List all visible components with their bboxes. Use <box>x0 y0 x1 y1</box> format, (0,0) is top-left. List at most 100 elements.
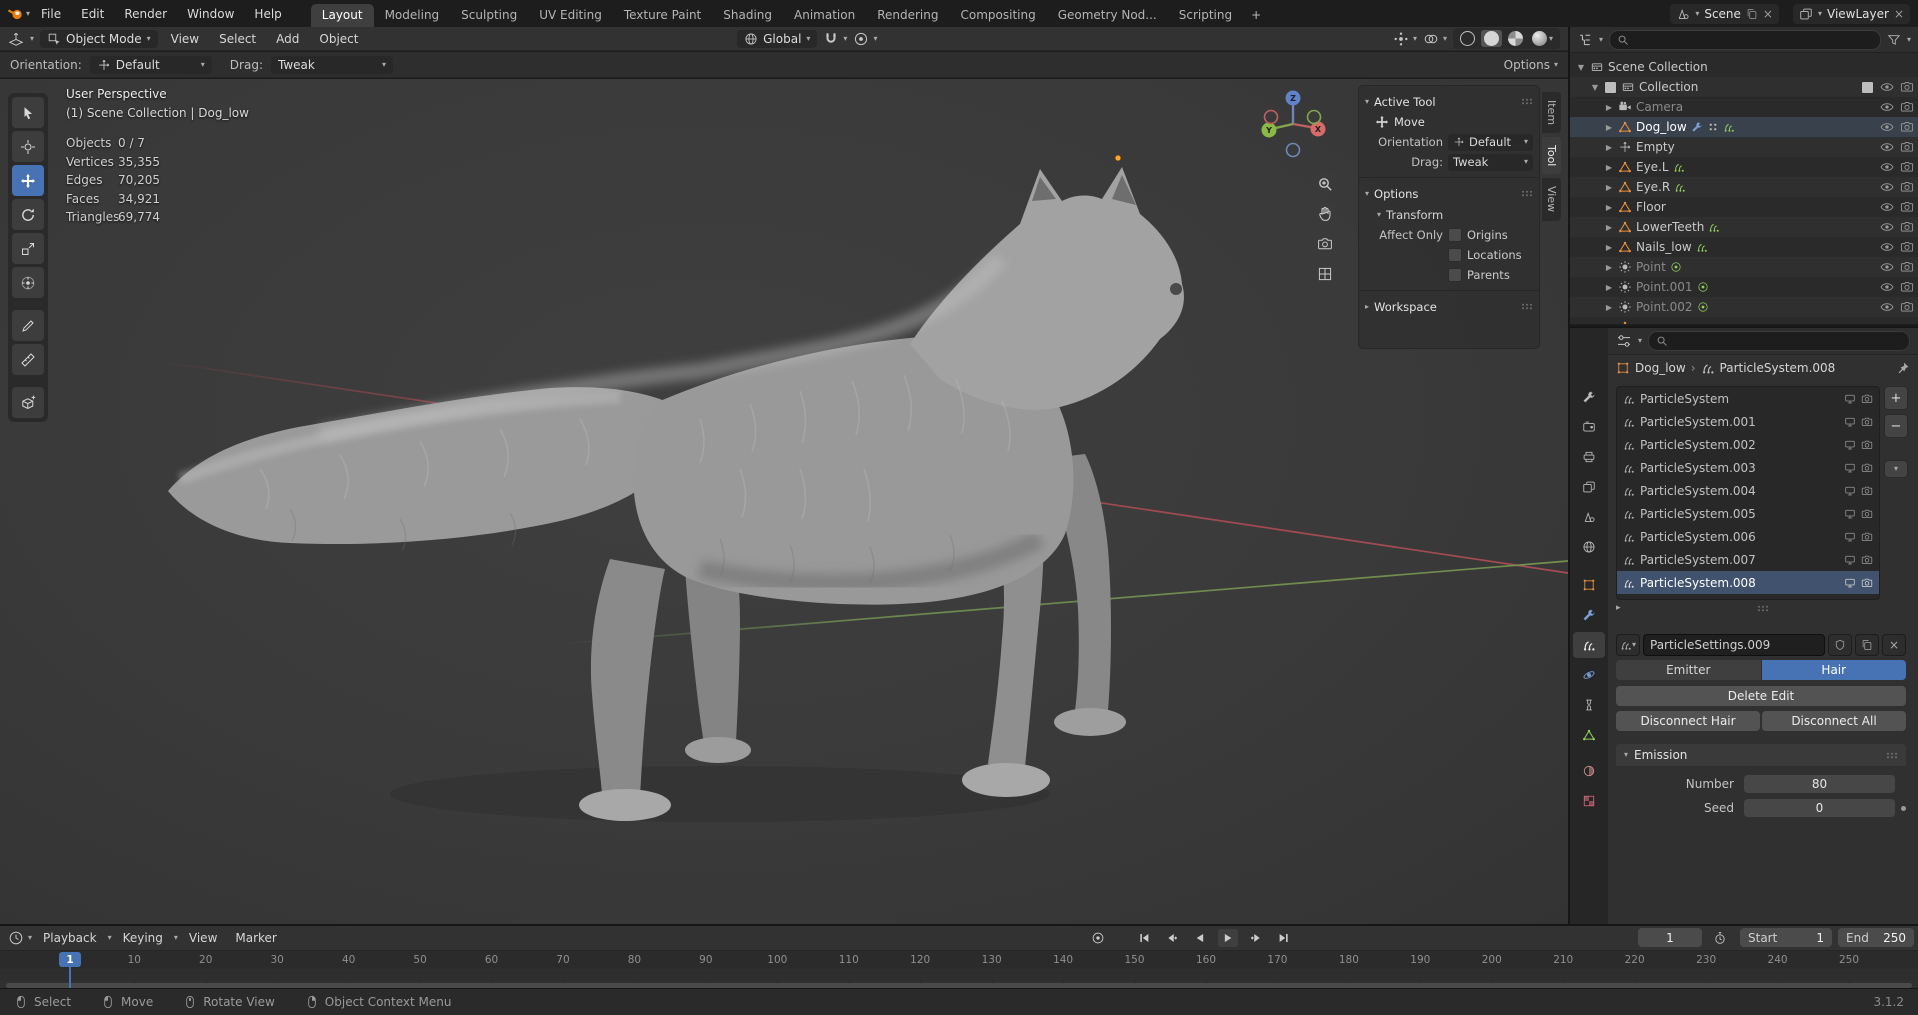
proportional-edit-icon[interactable] <box>853 31 869 47</box>
chevron-down-icon[interactable]: ▾ <box>1413 34 1417 43</box>
particles-icon[interactable] <box>1673 161 1685 173</box>
outliner-row-dog-low[interactable]: ▶ Dog_low <box>1570 117 1918 137</box>
menu-marker[interactable]: Marker <box>228 931 283 945</box>
tab-uv-editing[interactable]: UV Editing <box>528 4 613 27</box>
list-item[interactable]: ParticleSystem.004 <box>1617 479 1879 502</box>
timeline-ruler[interactable]: 10 20 30 40 50 60 70 80 90 100 110 120 130 140 150 160 1… <box>0 951 1918 995</box>
render-visibility-icon[interactable] <box>1900 240 1914 254</box>
pin-icon[interactable] <box>1896 361 1910 375</box>
seed-field[interactable]: 0 <box>1744 799 1895 817</box>
render-visibility-icon[interactable] <box>1900 200 1914 214</box>
close-icon[interactable]: × <box>1763 7 1773 21</box>
tab-data-props[interactable] <box>1573 722 1605 748</box>
end-frame-field[interactable]: End 250 <box>1838 928 1914 947</box>
list-item[interactable]: ParticleSystem.007 <box>1617 548 1879 571</box>
breadcrumb-object[interactable]: Dog_low <box>1635 361 1686 375</box>
camera-icon[interactable] <box>1861 508 1873 520</box>
add-particle-system-button[interactable]: + <box>1884 386 1908 410</box>
tab-view[interactable]: View <box>1542 178 1561 221</box>
tab-shading[interactable]: Shading <box>712 4 783 27</box>
list-item[interactable]: ParticleSystem <box>1617 387 1879 410</box>
measure-tool[interactable] <box>12 344 44 375</box>
emission-panel-header[interactable]: ▾ Emission <box>1616 744 1906 766</box>
editor-type-icon[interactable] <box>8 31 24 47</box>
monitor-icon[interactable] <box>1844 416 1856 428</box>
active-tool-header[interactable]: ▾ Active Tool <box>1365 91 1533 112</box>
menu-render[interactable]: Render <box>115 5 176 23</box>
jump-to-start-button[interactable] <box>1134 929 1154 947</box>
hide-eye-icon[interactable] <box>1880 80 1894 94</box>
emitter-button[interactable]: Emitter <box>1616 660 1761 680</box>
render-visibility-icon[interactable] <box>1900 80 1914 94</box>
tab-rendering[interactable]: Rendering <box>866 4 949 27</box>
specials-menu-button[interactable]: ▾ <box>1884 460 1908 478</box>
chevron-down-icon[interactable]: ▾ <box>873 34 877 43</box>
tab-texture-paint[interactable]: Texture Paint <box>613 4 712 27</box>
shading-material-button[interactable] <box>1505 30 1526 47</box>
render-visibility-icon[interactable] <box>1900 260 1914 274</box>
camera-icon[interactable] <box>1861 393 1873 405</box>
gizmo-neg-x-axis[interactable] <box>1263 109 1279 125</box>
outliner-row-eye-l[interactable]: ▶ Eye.L <box>1570 157 1918 177</box>
menu-keying[interactable]: Keying <box>116 931 170 945</box>
tab-texture-props[interactable] <box>1573 788 1605 814</box>
outliner-row-point[interactable]: ▶ Point <box>1570 257 1918 277</box>
menu-select[interactable]: Select <box>212 32 263 46</box>
current-frame-field[interactable]: 1 <box>1638 928 1702 947</box>
drag-handle[interactable] <box>1521 98 1533 105</box>
scale-tool[interactable] <box>12 233 44 264</box>
next-keyframe-button[interactable] <box>1246 929 1266 947</box>
hide-eye-icon[interactable] <box>1880 260 1894 274</box>
camera-icon[interactable] <box>1861 439 1873 451</box>
light-data-icon[interactable] <box>1697 281 1709 293</box>
resize-handle[interactable] <box>1757 605 1770 612</box>
drag-handle[interactable] <box>1521 190 1533 197</box>
outliner-row-floor[interactable]: ▶ Floor <box>1570 197 1918 217</box>
fake-user-shield-icon[interactable] <box>1828 633 1852 656</box>
monitor-icon[interactable] <box>1844 462 1856 474</box>
select-box-tool[interactable] <box>12 97 44 128</box>
camera-icon[interactable] <box>1861 531 1873 543</box>
tab-output-props[interactable] <box>1573 444 1605 470</box>
transform-tool[interactable] <box>12 267 44 298</box>
menu-object[interactable]: Object <box>312 32 365 46</box>
modifier-dots-icon[interactable] <box>1707 121 1719 133</box>
add-cube-tool[interactable] <box>12 387 44 418</box>
tab-viewlayer-props[interactable] <box>1573 474 1605 500</box>
disconnect-all-button[interactable]: Disconnect All <box>1762 711 1906 731</box>
workspace-header[interactable]: ▸ Workspace <box>1365 296 1533 317</box>
render-visibility-icon[interactable] <box>1900 180 1914 194</box>
orientation-dropdown[interactable]: Global ▾ <box>737 29 818 48</box>
render-visibility-icon[interactable] <box>1900 120 1914 134</box>
camera-icon[interactable] <box>1861 554 1873 566</box>
camera-icon[interactable] <box>1861 462 1873 474</box>
playhead-label[interactable]: 1 <box>59 952 81 967</box>
annotate-tool[interactable] <box>12 310 44 341</box>
tab-render-props[interactable] <box>1573 414 1605 440</box>
collection-checkbox[interactable] <box>1604 80 1617 94</box>
camera-icon[interactable] <box>1861 577 1873 589</box>
viewport-canvas[interactable]: User Perspective (1) Scene Collection | … <box>0 79 1568 924</box>
render-visibility-icon[interactable] <box>1900 100 1914 114</box>
outliner-row-collection[interactable]: ▼ Collection <box>1570 77 1918 97</box>
new-scene-icon[interactable] <box>1746 8 1758 20</box>
render-visibility-icon[interactable] <box>1900 280 1914 294</box>
stopwatch-icon[interactable] <box>1710 929 1730 947</box>
tab-geometry-nodes[interactable]: Geometry Nod... <box>1047 4 1168 27</box>
list-item[interactable]: ParticleSystem.001 <box>1617 410 1879 433</box>
outliner-search-input[interactable] <box>1609 29 1881 50</box>
list-item[interactable]: ParticleSystem.006 <box>1617 525 1879 548</box>
camera-view-icon[interactable] <box>1312 231 1338 257</box>
prev-keyframe-button[interactable] <box>1162 929 1182 947</box>
view-layer-name[interactable]: ViewLayer <box>1827 7 1889 21</box>
shading-rendered-button[interactable]: ▾ <box>1529 30 1556 47</box>
render-visibility-icon[interactable] <box>1900 160 1914 174</box>
camera-icon[interactable] <box>1861 485 1873 497</box>
disconnect-hair-button[interactable]: Disconnect Hair <box>1616 711 1760 731</box>
drag-handle[interactable] <box>1886 751 1898 759</box>
view-layer-selector[interactable]: ▾ ViewLayer × <box>1792 3 1910 24</box>
transform-subheader[interactable]: ▾ Transform <box>1365 204 1533 225</box>
render-visibility-icon[interactable] <box>1900 140 1914 154</box>
properties-editor-icon[interactable] <box>1616 333 1632 349</box>
particles-icon[interactable] <box>1708 221 1720 233</box>
